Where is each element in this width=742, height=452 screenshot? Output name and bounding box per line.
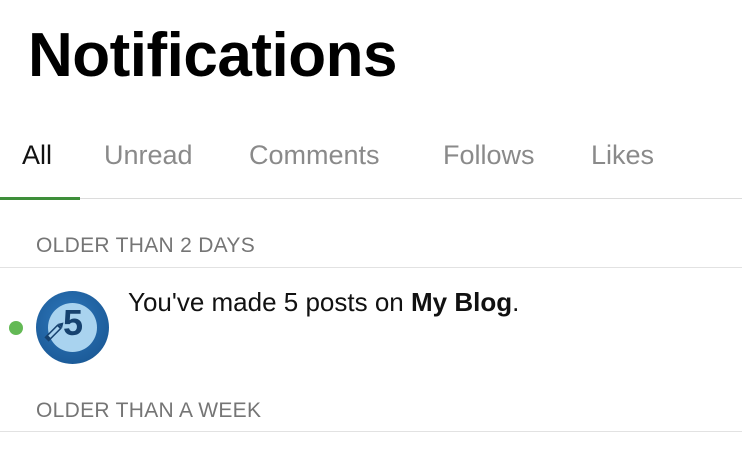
tab-all[interactable]: All [22,140,52,171]
pencil-icon [44,322,64,342]
notification-text-prefix: You've made 5 posts on [128,287,411,317]
section-divider [0,267,742,268]
tab-comments[interactable]: Comments [249,140,380,171]
unread-indicator-dot [9,321,23,335]
notification-text-suffix: . [512,287,520,317]
section-header-older-than-2-days: OLDER THAN 2 DAYS [36,234,256,257]
notification-text: You've made 5 posts on My Blog. [128,287,519,318]
section-divider [0,431,742,432]
tab-likes[interactable]: Likes [591,140,654,171]
page-title: Notifications [28,21,397,90]
tab-unread[interactable]: Unread [104,140,193,171]
tab-follows[interactable]: Follows [443,140,535,171]
achievement-badge-avatar: 5 [36,291,109,364]
section-header-older-than-a-week: OLDER THAN A WEEK [36,399,262,422]
active-tab-indicator [0,197,80,200]
tab-bar: All Unread Comments Follows Likes [0,128,742,200]
notification-site-name[interactable]: My Blog [411,287,512,317]
notification-item[interactable]: 5 You've made 5 posts on My Blog. [0,270,742,380]
